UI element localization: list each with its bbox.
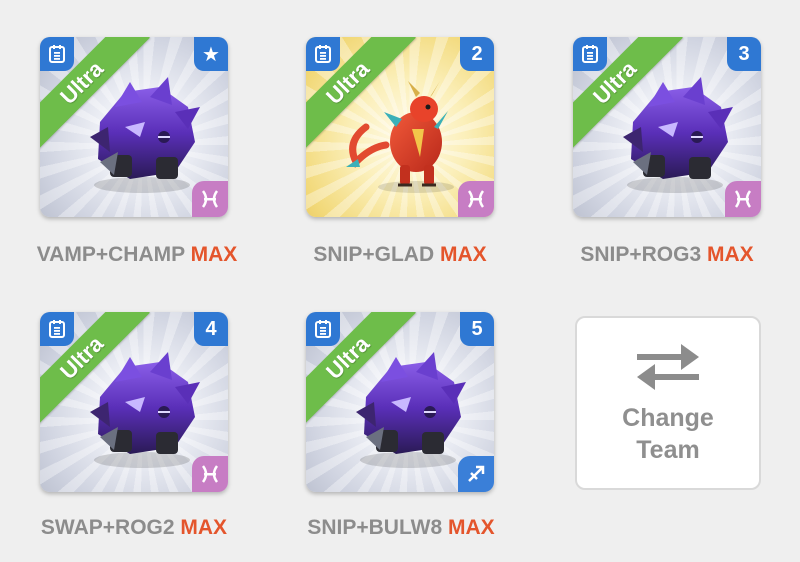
pisces-icon	[192, 181, 228, 217]
monster-name-label: SNIP+BULW8 MAX	[285, 516, 517, 540]
slot-number-badge: 3	[727, 37, 761, 71]
change-team-button[interactable]: Change Team	[575, 316, 761, 490]
slot-number-badge: 5	[460, 312, 494, 346]
pisces-icon	[725, 181, 761, 217]
monster-name-label: SNIP+GLAD MAX	[285, 243, 515, 267]
monster-name-label: SWAP+ROG2 MAX	[14, 516, 254, 540]
pisces-icon	[192, 456, 228, 492]
info-book-icon[interactable]	[40, 37, 74, 71]
monster-card[interactable]: Ultra ★	[40, 37, 228, 217]
info-book-icon[interactable]	[573, 37, 607, 71]
monster-name: SWAP+ROG2	[40, 516, 175, 539]
level-max: MAX	[180, 516, 228, 539]
monster-name-label: VAMP+CHAMP MAX	[14, 243, 260, 267]
monster-name: VAMP+CHAMP	[36, 243, 185, 266]
monster-name-label: SNIP+ROG3 MAX	[552, 243, 782, 267]
slot-number-badge: 4	[194, 312, 228, 346]
monster-card[interactable]: Ultra 5	[306, 312, 494, 492]
star-icon: ★	[194, 37, 228, 71]
monster-card[interactable]: Ultra 3	[573, 37, 761, 217]
level-max: MAX	[439, 243, 487, 266]
level-max: MAX	[706, 243, 754, 266]
monster-name: SNIP+BULW8	[307, 516, 443, 539]
info-book-icon[interactable]	[306, 312, 340, 346]
sagittarius-icon	[458, 456, 494, 492]
slot-number-badge: 2	[460, 37, 494, 71]
swap-arrows-icon	[637, 344, 699, 390]
change-team-label: Change Team	[622, 404, 714, 464]
level-max: MAX	[190, 243, 238, 266]
info-book-icon[interactable]	[306, 37, 340, 71]
monster-card[interactable]: Ultra 2	[306, 37, 494, 217]
pisces-icon	[458, 181, 494, 217]
monster-name: SNIP+GLAD	[313, 243, 435, 266]
monster-card[interactable]: Ultra 4	[40, 312, 228, 492]
info-book-icon[interactable]	[40, 312, 74, 346]
level-max: MAX	[447, 516, 495, 539]
monster-name: SNIP+ROG3	[580, 243, 702, 266]
